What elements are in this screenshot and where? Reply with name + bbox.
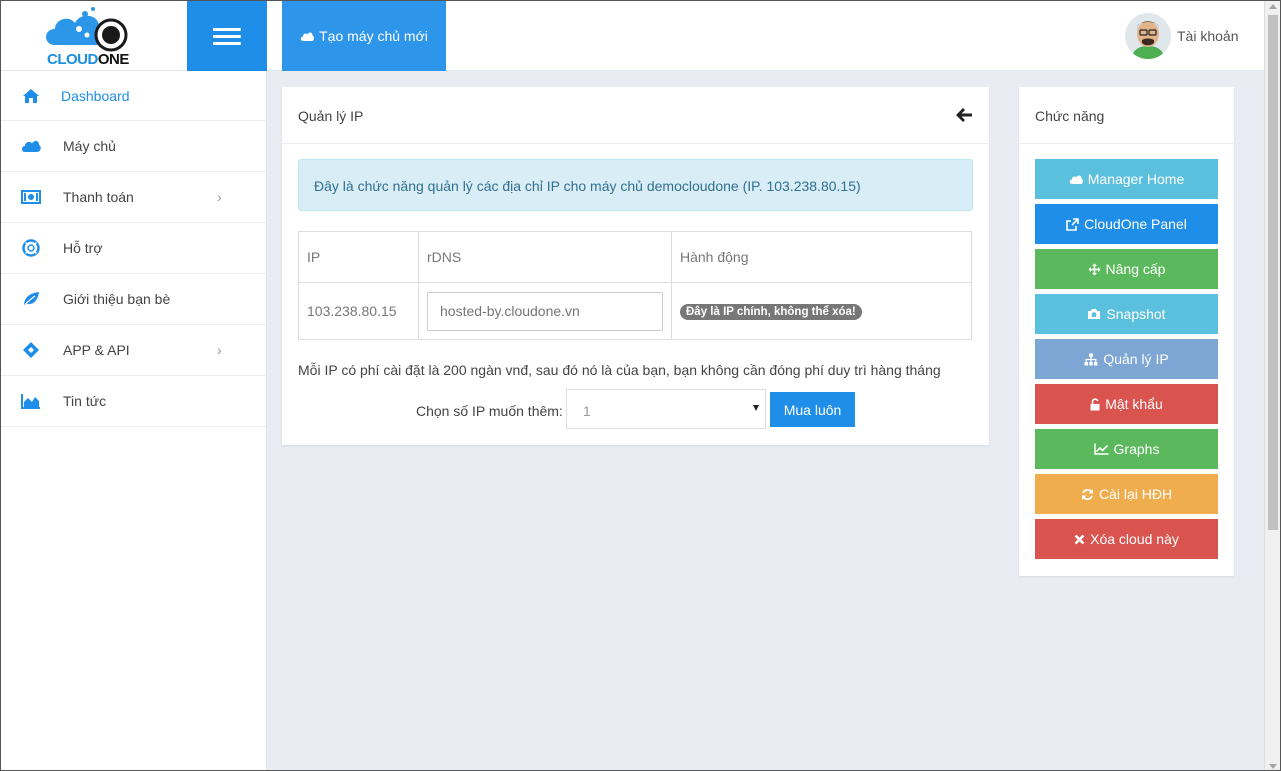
buy-now-button[interactable]: Mua luôn: [770, 392, 855, 427]
cloud-icon: [300, 32, 315, 41]
scrollbar-thumb[interactable]: [1268, 15, 1278, 530]
column-header-ip: IP: [298, 231, 419, 283]
menu-toggle-button[interactable]: [187, 1, 267, 71]
sidebar-item-servers[interactable]: Máy chủ: [1, 121, 266, 172]
arrow-left-icon[interactable]: [955, 106, 973, 124]
money-icon: [20, 186, 42, 208]
button-label: Quản lý IP: [1103, 351, 1169, 367]
cloud-icon: [1069, 175, 1083, 184]
table-row: 103.238.80.15 Đây là IP chính, không thể…: [298, 282, 972, 340]
home-icon: [20, 85, 42, 107]
quantity-label: Chọn số IP muốn thêm:: [416, 403, 563, 419]
ip-management-panel: Quản lý IP Đây là chức năng quản lý các …: [282, 87, 989, 445]
delete-cloud-button[interactable]: Xóa cloud này: [1035, 519, 1218, 559]
rdns-cell: [418, 282, 672, 340]
reinstall-os-button[interactable]: Cài lại HĐH: [1035, 474, 1218, 514]
sidebar-item-label: Thanh toán: [63, 189, 134, 205]
external-link-icon: [1066, 217, 1079, 231]
new-server-button[interactable]: Tạo máy chủ mới: [282, 1, 446, 71]
panel-header: Chức năng: [1019, 87, 1234, 144]
leaf-icon: [20, 288, 42, 310]
functions-panel: Chức năng Manager Home CloudOne Panel Nâ…: [1019, 87, 1234, 576]
ticket-icon: [20, 339, 42, 361]
avatar: [1125, 13, 1171, 59]
sidebar-item-label: Dashboard: [61, 87, 130, 104]
scroll-up-icon[interactable]: [1269, 4, 1277, 9]
sidebar: Dashboard Máy chủ Thanh toán › Hỗ trợ Gi…: [1, 71, 267, 770]
ip-table: IP rDNS Hành động 103.238.80.15 Đây là I…: [298, 231, 972, 340]
logo-cloud-icon: [46, 7, 128, 52]
graphs-button[interactable]: Graphs: [1035, 429, 1218, 469]
unlock-icon: [1090, 397, 1100, 410]
sidebar-item-label: APP & API: [63, 342, 130, 358]
column-header-action: Hành động: [671, 231, 972, 283]
column-header-rdns: rDNS: [418, 231, 672, 283]
sidebar-item-label: Hỗ trợ: [63, 240, 103, 256]
snapshot-button[interactable]: Snapshot: [1035, 294, 1218, 334]
rdns-input[interactable]: [427, 291, 663, 331]
panel-title: Quản lý IP: [298, 108, 364, 124]
button-label: CloudOne Panel: [1084, 216, 1187, 232]
ip-quantity-select[interactable]: 1: [566, 389, 766, 429]
button-label: Mật khẩu: [1105, 396, 1163, 412]
button-label: Nâng cấp: [1105, 261, 1166, 277]
times-icon: [1074, 534, 1085, 544]
top-bar: CLOUDONE Tạo máy chủ mới Tài khoản: [1, 1, 1265, 71]
arrows-icon: [1088, 263, 1101, 275]
sidebar-item-dashboard[interactable]: Dashboard: [1, 71, 266, 121]
account-menu[interactable]: Tài khoản: [1125, 13, 1238, 59]
fee-note: Mỗi IP có phí cài đặt là 200 ngàn vnđ, s…: [298, 362, 941, 378]
chevron-right-icon: ›: [217, 342, 222, 358]
cloud-icon: [20, 135, 42, 157]
sitemap-icon: [1084, 353, 1098, 365]
buy-ip-form: Chọn số IP muốn thêm: 1 Mua luôn: [282, 389, 989, 429]
chevron-right-icon: ›: [217, 189, 222, 205]
account-label: Tài khoản: [1177, 28, 1239, 44]
quantity-value: 1: [583, 403, 591, 419]
button-label: Snapshot: [1106, 306, 1166, 322]
button-label: Graphs: [1113, 441, 1160, 457]
sidebar-item-billing[interactable]: Thanh toán ›: [1, 172, 266, 223]
refresh-icon: [1081, 488, 1093, 500]
sidebar-item-label: Máy chủ: [63, 138, 116, 154]
area-chart-icon: [20, 390, 42, 412]
table-header-row: IP rDNS Hành động: [298, 231, 972, 283]
ip-management-button[interactable]: Quản lý IP: [1035, 339, 1218, 379]
info-notice: Đây là chức năng quản lý các địa chỉ IP …: [298, 159, 973, 211]
sidebar-item-label: Tin tức: [63, 393, 107, 409]
app-window: CLOUDONE Tạo máy chủ mới Tài khoản Dashb…: [0, 0, 1281, 771]
sidebar-item-support[interactable]: Hỗ trợ: [1, 223, 266, 274]
new-server-label: Tạo máy chủ mới: [319, 28, 428, 44]
panel-title: Chức năng: [1035, 108, 1105, 124]
button-label: Cài lại HĐH: [1098, 486, 1173, 502]
logo-text: CLOUDONE: [47, 51, 129, 68]
sidebar-item-news[interactable]: Tin tức: [1, 376, 266, 427]
line-chart-icon: [1093, 443, 1109, 455]
ip-cell: 103.238.80.15: [298, 282, 419, 340]
upgrade-button[interactable]: Nâng cấp: [1035, 249, 1218, 289]
primary-ip-badge: Đây là IP chính, không thể xóa!: [680, 304, 862, 320]
button-label: Manager Home: [1087, 171, 1185, 187]
password-button[interactable]: Mật khẩu: [1035, 384, 1218, 424]
button-label: Xóa cloud này: [1090, 531, 1179, 547]
cloudone-panel-button[interactable]: CloudOne Panel: [1035, 204, 1218, 244]
sidebar-item-label: Giới thiệu bạn bè: [63, 291, 171, 307]
sidebar-item-referral[interactable]: Giới thiệu bạn bè: [1, 274, 266, 325]
camera-icon: [1088, 309, 1101, 319]
cloudone-logo[interactable]: CLOUDONE: [41, 5, 141, 69]
lifebuoy-icon: [20, 237, 42, 259]
caret-down-icon: [753, 405, 759, 411]
manager-home-button[interactable]: Manager Home: [1035, 159, 1218, 199]
sidebar-item-app-api[interactable]: APP & API ›: [1, 325, 266, 376]
scroll-down-icon[interactable]: [1269, 764, 1277, 769]
panel-header: Quản lý IP: [282, 87, 989, 144]
page-scrollbar[interactable]: [1264, 1, 1280, 770]
action-cell: Đây là IP chính, không thể xóa!: [671, 282, 972, 340]
hamburger-icon: [213, 24, 241, 49]
